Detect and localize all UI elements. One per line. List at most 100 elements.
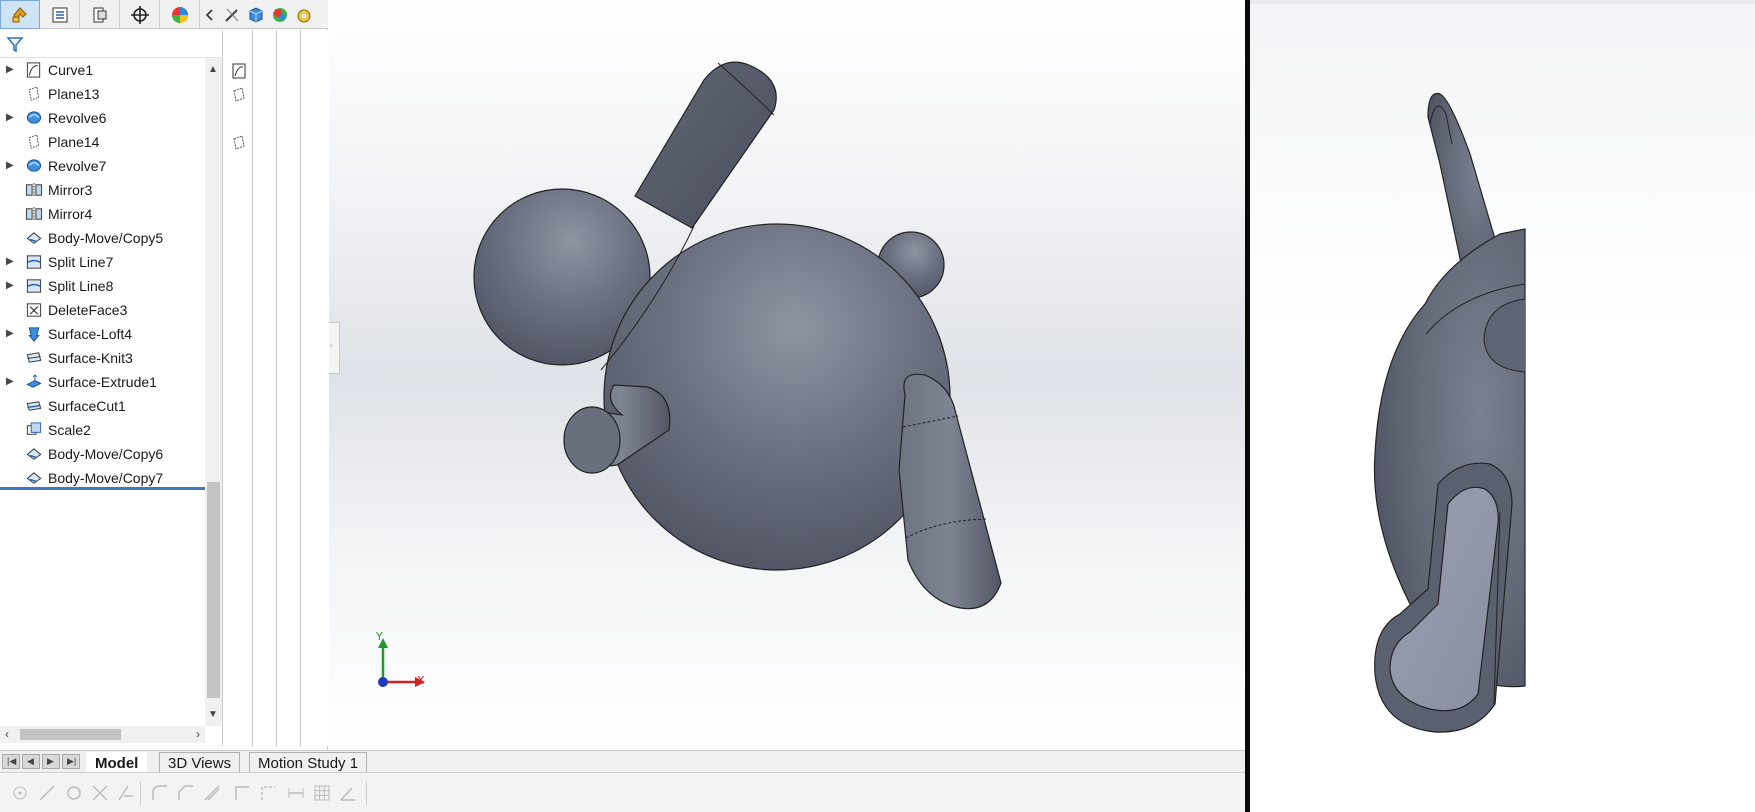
dimxpert-tab[interactable] — [120, 0, 160, 29]
pencil-slash-icon — [225, 8, 239, 22]
scroll-right-icon[interactable]: › — [196, 727, 200, 741]
expand-arrow-icon[interactable]: ▶ — [6, 160, 16, 172]
propertymanager-icon — [52, 7, 67, 22]
tree-item[interactable]: DeleteFace3 — [0, 298, 205, 322]
hide-show-button[interactable] — [220, 0, 244, 29]
tree-item[interactable]: Mirror4 — [0, 202, 205, 226]
tree-item-label: Revolve7 — [48, 158, 107, 174]
tree-item[interactable]: Mirror3 — [0, 178, 205, 202]
next-icon: ▶ — [47, 756, 54, 766]
curve-icon — [26, 62, 41, 78]
plane-icon[interactable] — [230, 86, 248, 104]
tree-item[interactable]: Plane14 — [0, 130, 205, 154]
scale-icon — [26, 422, 42, 435]
curve-icon[interactable] — [230, 62, 248, 80]
hind-leg-shape[interactable] — [898, 373, 1002, 610]
tree-item-label: Body-Move/Copy7 — [48, 470, 164, 486]
scene-button[interactable] — [292, 0, 316, 29]
tree-filter-row[interactable] — [0, 30, 221, 58]
tree-item[interactable]: ▶ Revolve6 — [0, 106, 205, 130]
rollback-strip — [222, 30, 328, 746]
circle-icon[interactable] — [64, 783, 84, 803]
surface-extrude-icon — [26, 374, 42, 388]
tree-vertical-scrollbar[interactable]: ▲ ▼ — [205, 58, 222, 726]
tree-item[interactable]: Plane13 — [0, 82, 205, 106]
filter-icon[interactable] — [6, 35, 24, 53]
feature-tree: ▶ Curve1 Plane13 ▶ Revolve6 Plane14 ▶ Revolve7 M… — [0, 58, 205, 726]
expand-arrow-icon[interactable]: ▶ — [6, 280, 16, 292]
tab-model[interactable]: Model — [86, 752, 148, 772]
tree-item[interactable]: Body-Move/Copy5 — [0, 226, 205, 250]
mirror-icon — [25, 182, 43, 198]
tree-item[interactable]: Body-Move/Copy7 — [0, 466, 205, 490]
scroll-left-icon[interactable]: ‹ — [5, 727, 9, 741]
tree-item-label: Plane14 — [48, 134, 100, 150]
chamfer-icon[interactable] — [176, 783, 196, 803]
tree-item-label: Curve1 — [48, 62, 94, 78]
corner-icon[interactable] — [232, 783, 252, 803]
trim-icon[interactable] — [90, 783, 110, 803]
tree-item[interactable]: Scale2 — [0, 418, 205, 442]
displaymanager-tab[interactable] — [160, 0, 200, 29]
tree-item-label: Split Line7 — [48, 254, 114, 270]
featuremanager-tab[interactable] — [0, 0, 40, 29]
grid-icon[interactable] — [312, 783, 332, 803]
move-copy-icon — [26, 448, 42, 460]
dimension-icon[interactable] — [286, 783, 306, 803]
tree-item[interactable]: ▶ Revolve7 — [0, 154, 205, 178]
appearance-button[interactable] — [268, 0, 292, 29]
plane-icon[interactable] — [230, 134, 248, 152]
tree-item[interactable]: ▶ Split Line7 — [0, 250, 205, 274]
tree-item[interactable]: ▶ Curve1 — [0, 58, 205, 82]
propertymanager-tab[interactable] — [40, 0, 80, 29]
ear-shape[interactable] — [634, 61, 777, 229]
scroll-down-icon[interactable]: ▼ — [208, 709, 218, 720]
plane-icon — [28, 134, 40, 149]
collapse-arrow-button[interactable] — [200, 0, 220, 29]
angle-icon[interactable] — [338, 783, 358, 803]
point-icon[interactable] — [10, 783, 30, 803]
next-tab-button[interactable]: ▶ — [42, 754, 60, 769]
delete-face-icon — [26, 303, 42, 317]
scroll-up-icon[interactable]: ▲ — [208, 64, 218, 75]
first-tab-button[interactable]: |◀ — [2, 754, 20, 769]
graphics-viewport-side[interactable] — [1250, 0, 1755, 812]
prev-tab-button[interactable]: ◀ — [22, 754, 40, 769]
construction-line-icon[interactable] — [258, 783, 278, 803]
tree-item-label: Surface-Loft4 — [48, 326, 133, 342]
displaymanager-icon — [171, 6, 188, 23]
expand-arrow-icon[interactable]: ▶ — [6, 376, 16, 388]
split-line-icon — [26, 279, 42, 293]
tree-item[interactable]: ▶ Surface-Loft4 — [0, 322, 205, 346]
tree-item[interactable]: ▶ Surface-Extrude1 — [0, 370, 205, 394]
tab-motion-study-1[interactable]: Motion Study 1 — [249, 752, 368, 772]
extend-icon[interactable] — [116, 783, 136, 803]
fillet-icon[interactable] — [150, 783, 170, 803]
tree-item[interactable]: Surface-Knit3 — [0, 346, 205, 370]
cube-icon — [249, 6, 263, 23]
tree-item-label: Body-Move/Copy6 — [48, 446, 164, 462]
tree-horizontal-scrollbar[interactable]: ‹ › — [0, 726, 205, 743]
tree-item[interactable]: ▶ Split Line8 — [0, 274, 205, 298]
line-icon[interactable] — [37, 783, 57, 803]
surface-cut-icon — [26, 401, 42, 411]
graphics-viewport-main[interactable]: ◦ Y X — [329, 0, 1245, 750]
tree-item[interactable]: SurfaceCut1 — [0, 394, 205, 418]
expand-arrow-icon[interactable]: ▶ — [6, 64, 16, 76]
model-view-side[interactable] — [1250, 4, 1755, 812]
expand-arrow-icon[interactable]: ▶ — [6, 112, 16, 124]
appearance-icon — [273, 7, 287, 22]
expand-arrow-icon[interactable]: ▶ — [6, 328, 16, 340]
tree-item[interactable]: Body-Move/Copy6 — [0, 442, 205, 466]
view-orientation-button[interactable] — [244, 0, 268, 29]
last-tab-button[interactable]: ▶| — [62, 754, 80, 769]
expand-arrow-icon[interactable]: ▶ — [6, 256, 16, 268]
model-view-front[interactable] — [329, 0, 1245, 750]
tree-item-label: Surface-Extrude1 — [48, 374, 157, 390]
configurationmanager-tab[interactable] — [80, 0, 120, 29]
feature-manager-panel: ▶ Curve1 Plane13 ▶ Revolve6 Plane14 ▶ Revolve7 M… — [0, 0, 328, 750]
scrollbar-thumb[interactable] — [20, 729, 121, 740]
tab-3d-views[interactable]: 3D Views — [159, 752, 241, 772]
scrollbar-thumb[interactable] — [207, 482, 220, 698]
offset-icon[interactable] — [202, 783, 222, 803]
